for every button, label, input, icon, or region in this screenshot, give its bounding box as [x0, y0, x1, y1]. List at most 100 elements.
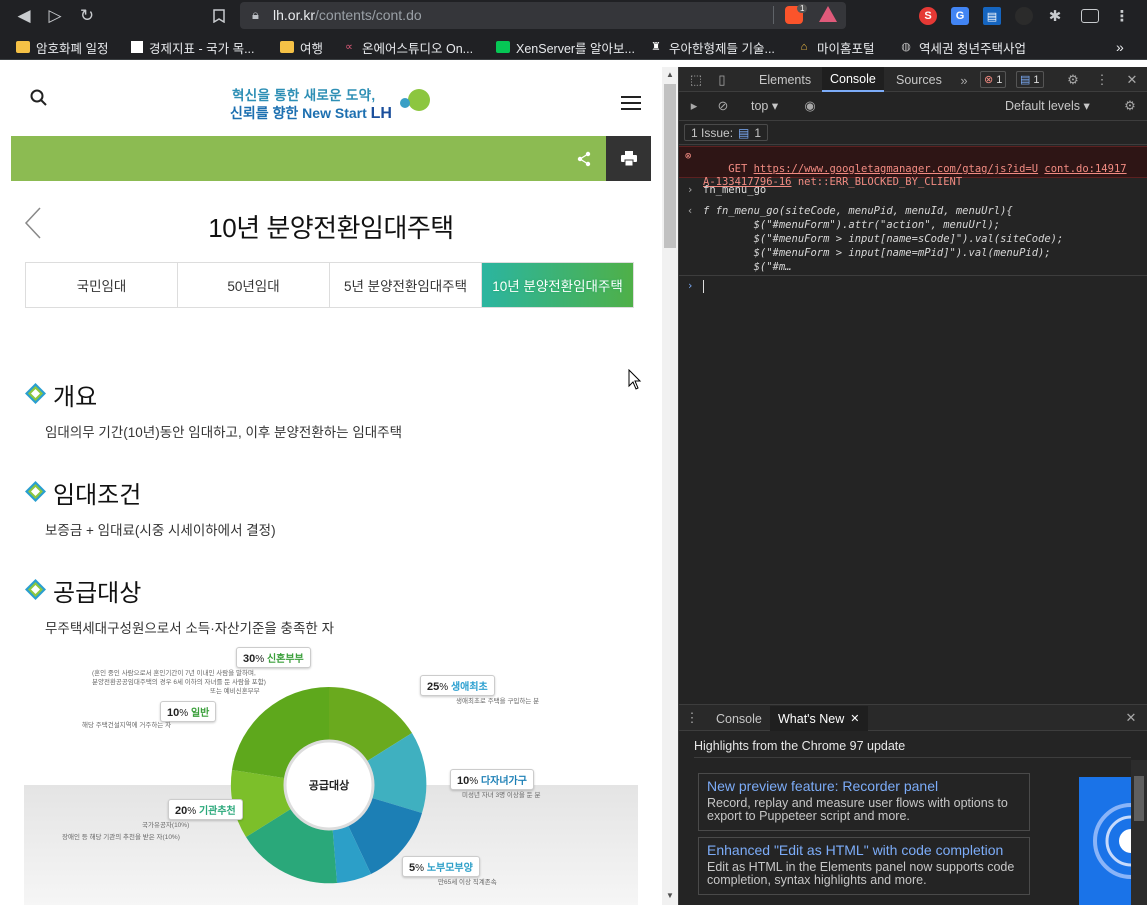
puzzle-icon[interactable]: ✱ — [1046, 7, 1064, 25]
console-input-row[interactable]: › fn_menu_go — [679, 184, 1147, 200]
bookmark-item[interactable]: ⌂ 마이홈포털 — [797, 38, 875, 56]
error-source-link[interactable]: cont.do:14917 — [1044, 163, 1126, 175]
translate-icon[interactable]: G — [951, 7, 969, 25]
diamond-bullet-icon — [25, 383, 46, 404]
illustration-art — [1093, 803, 1131, 879]
error-count-badge[interactable]: ⊗ 1 — [980, 71, 1007, 88]
message-icon: ▤ — [1020, 74, 1031, 86]
bookmark-item[interactable]: XenServer를 알아보... — [496, 38, 635, 56]
whats-new-card[interactable]: New preview feature: Recorder panel Recor… — [698, 773, 1030, 831]
drawer-tabbar: ⋮ Console What's New ✕ ✕ — [679, 704, 1147, 731]
diamond-bullet-icon — [25, 481, 46, 502]
hamburger-menu-icon[interactable] — [621, 96, 641, 110]
brave-badge: 1 — [797, 4, 808, 13]
chrome-97-illustration — [1079, 777, 1131, 905]
drawer-tab-console[interactable]: Console — [708, 706, 770, 731]
tab-national-rental[interactable]: 국민임대 — [26, 263, 178, 307]
bookmark-icon[interactable] — [207, 4, 231, 28]
error-url-link[interactable]: https://www.googletagmanager.com/gtag/js… — [754, 163, 1038, 175]
devtools-menu-icon[interactable]: ⋮ — [1093, 71, 1111, 89]
forward-icon[interactable]: ▷ — [43, 4, 67, 28]
bookmark-item[interactable]: 경제지표 - 국가 목... — [131, 38, 255, 56]
tab-5yr-conversion[interactable]: 5년 분양전환임대주택 — [330, 263, 482, 307]
url-host: lh.or.kr — [273, 7, 316, 23]
issues-bar: 1 Issue: ▤ 1 — [679, 121, 1147, 145]
close-devtools-icon[interactable]: ✕ — [1123, 71, 1141, 89]
diamond-bullet-icon — [25, 579, 46, 600]
tab-console[interactable]: Console — [822, 67, 884, 92]
line-icon — [496, 41, 510, 53]
lh-logo[interactable]: 혁신을 통한 새로운 도약, 신뢰를 향한 New Start LH — [230, 84, 435, 124]
address-bar[interactable]: 🔒︎ lh.or.kr/contents/cont.do 1 — [240, 2, 846, 29]
close-tab-icon[interactable]: ✕ — [850, 712, 859, 725]
section-heading: 개요 — [53, 384, 98, 411]
close-drawer-icon[interactable]: ✕ — [1122, 709, 1140, 727]
scrollbar-thumb[interactable] — [664, 84, 676, 248]
console-toolbar: ▸ ⊘ top ▾ ◉ Default levels ▾ ⚙ — [679, 92, 1147, 142]
live-expression-eye-icon[interactable]: ◉ — [801, 97, 819, 115]
more-bookmarks-button[interactable]: » — [1116, 38, 1124, 56]
console-settings-icon[interactable]: ⚙ — [1121, 97, 1139, 115]
text-caret — [703, 280, 704, 293]
clear-console-icon[interactable]: ⊘ — [714, 97, 732, 115]
issue-icon: ▤ — [738, 126, 750, 140]
more-tabs-icon[interactable]: » — [956, 71, 972, 89]
whats-new-panel: Highlights from the Chrome 97 update New… — [679, 732, 1147, 905]
reload-icon[interactable]: ↻ — [75, 4, 99, 28]
browser-toolbar: ◀ ▷ ↻ 🔒︎ lh.or.kr/contents/cont.do 1 S G… — [0, 0, 1147, 32]
context-select[interactable]: top ▾ — [751, 98, 778, 113]
tab-50yr-rental[interactable]: 50년임대 — [178, 263, 330, 307]
bookmark-item[interactable]: ∝ 온에어스튜디오 On... — [342, 38, 473, 56]
tab-sources[interactable]: Sources — [888, 67, 950, 92]
settings-icon[interactable]: ⚙ — [1064, 71, 1082, 89]
whats-new-title: Highlights from the Chrome 97 update — [694, 739, 906, 753]
message-count-badge[interactable]: ▤ 1 — [1016, 71, 1044, 88]
desc-agency-2: 장애인 등 해당 기관의 추천을 받은 자(10%) — [62, 834, 180, 841]
scroll-down-icon[interactable]: ▼ — [666, 891, 674, 900]
console-error-row[interactable]: ⊗ GET https://www.googletagmanager.com/gt… — [679, 146, 1147, 188]
log-levels-select[interactable]: Default levels ▾ — [1005, 98, 1090, 113]
scroll-up-icon[interactable]: ▲ — [666, 70, 674, 79]
wallet-icon[interactable] — [1081, 9, 1099, 23]
page-title: 10년 분양전환임대주택 — [208, 213, 454, 243]
home-icon: ⌂ — [800, 41, 808, 53]
devtools-tabbar: ⬚ ▯ Elements Console Sources » ⊗ 1 ▤ 1 ⚙ ⋮… — [679, 67, 1147, 92]
s-extension-icon[interactable]: S — [919, 7, 937, 25]
back-icon[interactable]: ◀ — [12, 4, 36, 28]
bookmark-item[interactable]: 여행 — [280, 38, 323, 56]
drawer-scrollbar[interactable] — [1131, 760, 1147, 905]
extension-icon[interactable]: ▤ — [983, 7, 1001, 25]
extension-dark-icon[interactable] — [1015, 7, 1033, 25]
drawer-menu-icon[interactable]: ⋮ — [686, 709, 699, 727]
console-output-row[interactable]: ‹ f fn_menu_go(siteCode, menuPid, menuId,… — [679, 204, 1147, 276]
bookmark-item[interactable]: 암호화폐 일정 — [16, 38, 108, 56]
device-toolbar-icon[interactable]: ▯ — [713, 71, 731, 89]
page-scrollbar[interactable]: ▲ ▼ — [662, 67, 678, 905]
desc-newlyweds-2: 분양전환공공임대주택의 경우 6세 이하의 자녀를 둔 사람을 포함) — [92, 679, 266, 686]
desc-elderly-parent: 만65세 이상 직계존속 — [438, 879, 497, 886]
whats-new-card[interactable]: Enhanced "Edit as HTML" with code comple… — [698, 837, 1030, 895]
devtools-panel: ⬚ ▯ Elements Console Sources » ⊗ 1 ▤ 1 ⚙ ⋮… — [678, 67, 1147, 905]
tab-10yr-conversion[interactable]: 10년 분양전환임대주택 — [482, 263, 633, 307]
bookmark-item[interactable]: ◍ 역세권 청년주택사업 — [899, 38, 1026, 56]
chart-icon — [131, 41, 143, 53]
drawer-scrollbar-thumb[interactable] — [1134, 776, 1144, 821]
web-page: 혁신을 통한 새로운 도약, 신뢰를 향한 New Start LH 10년 분… — [0, 67, 662, 905]
search-icon[interactable] — [30, 89, 47, 106]
share-icon[interactable] — [576, 151, 592, 167]
tab-elements[interactable]: Elements — [751, 67, 819, 92]
mouse-cursor-icon — [628, 369, 642, 390]
inspect-icon[interactable]: ⬚ — [687, 71, 705, 89]
sidebar-toggle-icon[interactable]: ▸ — [685, 97, 703, 115]
issues-button[interactable]: 1 Issue: ▤ 1 — [684, 124, 769, 141]
eligibility-infographic: 공급대상 30% 신혼부부 25% 생애최초 10% 일반 10% 다자녀가구 … — [24, 647, 638, 905]
console-prompt[interactable]: › — [679, 280, 1147, 296]
label-elderly-parent: 5% 노부모부양 — [402, 856, 480, 877]
rewards-icon[interactable] — [819, 6, 837, 22]
print-button[interactable] — [606, 136, 651, 181]
logo-circle — [408, 89, 430, 111]
bookmark-item[interactable]: ♜ 우아한형제들 기술... — [649, 38, 775, 56]
sub-tabs: 국민임대 50년임대 5년 분양전환임대주택 10년 분양전환임대주택 — [25, 262, 634, 308]
drawer-tab-whats-new[interactable]: What's New ✕ — [770, 706, 868, 731]
menu-dots-icon[interactable]: ⋮ — [1113, 7, 1131, 25]
